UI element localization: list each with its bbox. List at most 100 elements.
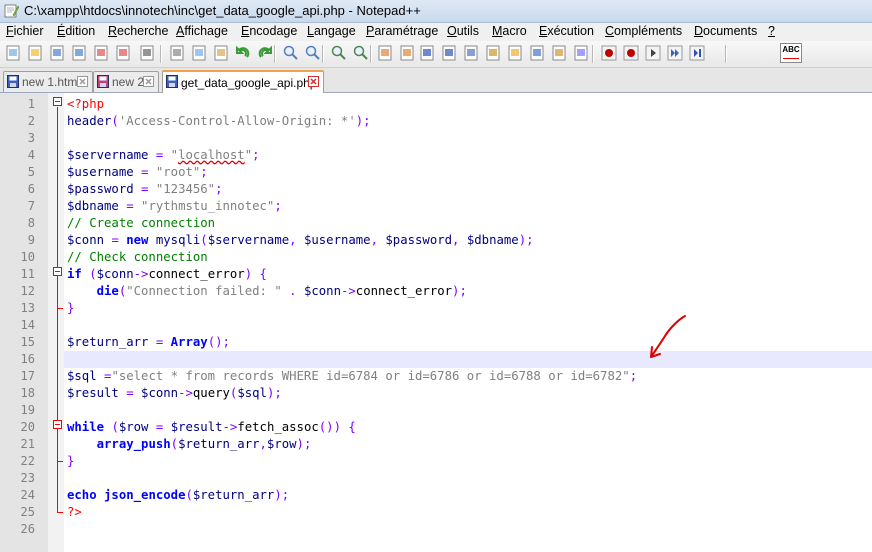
- menu-item-encodage[interactable]: Encodage: [241, 24, 297, 38]
- close-tab-icon[interactable]: [77, 76, 88, 87]
- code-text: $conn = new mysqli($servername, $usernam…: [67, 233, 534, 247]
- menu-item-affichage[interactable]: Affichage: [176, 24, 228, 38]
- line-number: 23: [20, 471, 35, 485]
- code-line[interactable]: 20 while ($row = $result->fetch_assoc()) …: [0, 419, 872, 436]
- line-number: 12: [20, 284, 35, 298]
- line-number: 26: [20, 522, 35, 536]
- close-icon[interactable]: [92, 44, 110, 62]
- stop-record-icon[interactable]: [622, 44, 640, 62]
- fold-toggle-icon[interactable]: [53, 97, 62, 106]
- cut-icon[interactable]: [168, 44, 186, 62]
- doc-map-icon[interactable]: [506, 44, 524, 62]
- tab-new-1-html[interactable]: new 1.html: [3, 71, 93, 92]
- tab-new-2[interactable]: new 2: [93, 71, 159, 92]
- run-macro-multiple-icon[interactable]: [666, 44, 684, 62]
- fold-toggle-icon[interactable]: [53, 267, 62, 276]
- code-line[interactable]: 23: [0, 470, 872, 487]
- code-line[interactable]: 25 ?>: [0, 504, 872, 521]
- undo-icon[interactable]: [234, 44, 252, 62]
- code-line[interactable]: 24 echo json_encode($return_arr);: [0, 487, 872, 504]
- code-line[interactable]: 22}: [0, 453, 872, 470]
- word-wrap-icon[interactable]: [418, 44, 436, 62]
- code-line[interactable]: 2 header('Access-Control-Allow-Origin: *'…: [0, 113, 872, 130]
- code-line[interactable]: 26: [0, 521, 872, 538]
- code-line[interactable]: 10 // Check connection: [0, 249, 872, 266]
- line-number: 11: [20, 267, 35, 281]
- code-line[interactable]: 21 array_push($return_arr,$row);: [0, 436, 872, 453]
- menu-item-macro[interactable]: Macro: [492, 24, 527, 38]
- folder-workspace-icon[interactable]: [550, 44, 568, 62]
- redo-icon[interactable]: [256, 44, 274, 62]
- menu-item-documents[interactable]: Documents: [694, 24, 757, 38]
- line-number: 10: [20, 250, 35, 264]
- function-list-icon[interactable]: [528, 44, 546, 62]
- code-line[interactable]: 19: [0, 402, 872, 419]
- fold-toggle-icon[interactable]: [53, 420, 62, 429]
- line-number: 3: [27, 131, 35, 145]
- spell-check-icon[interactable]: ABC: [780, 43, 802, 63]
- monitoring-icon[interactable]: [572, 44, 590, 62]
- code-line[interactable]: 3: [0, 130, 872, 147]
- indent-guide-icon[interactable]: [462, 44, 480, 62]
- line-number: 9: [27, 233, 35, 247]
- menu-item-paramétrage[interactable]: Paramétrage: [366, 24, 438, 38]
- menu-item-recherche[interactable]: Recherche: [108, 24, 168, 38]
- code-line[interactable]: 11 if ($conn->connect_error) {: [0, 266, 872, 283]
- code-line[interactable]: 17 $sql ="select * from records WHERE id=…: [0, 368, 872, 385]
- menu-item-exécution[interactable]: Exécution: [539, 24, 594, 38]
- menu-item-compléments[interactable]: Compléments: [605, 24, 682, 38]
- tab-bar: new 1.html new 2 get_data_google_api.php: [0, 68, 872, 94]
- sync-horizontal-icon[interactable]: [398, 44, 416, 62]
- show-all-chars-icon[interactable]: [440, 44, 458, 62]
- code-text: header('Access-Control-Allow-Origin: *')…: [67, 114, 371, 128]
- close-tab-icon[interactable]: [308, 76, 319, 87]
- save-icon[interactable]: [48, 44, 66, 62]
- toolbar-separator: [592, 45, 594, 63]
- new-file-icon[interactable]: [4, 44, 22, 62]
- open-file-icon[interactable]: [26, 44, 44, 62]
- code-line[interactable]: 1 <?php: [0, 96, 872, 113]
- line-number: 15: [20, 335, 35, 349]
- save-all-icon[interactable]: [70, 44, 88, 62]
- print-icon[interactable]: [138, 44, 156, 62]
- play-macro-icon[interactable]: [644, 44, 662, 62]
- sync-vertical-icon[interactable]: [376, 44, 394, 62]
- copy-icon[interactable]: [190, 44, 208, 62]
- code-line[interactable]: 18 $result = $conn->query($sql);: [0, 385, 872, 402]
- code-text: $result = $conn->query($sql);: [67, 386, 282, 400]
- code-line[interactable]: 14: [0, 317, 872, 334]
- menu-item-langage[interactable]: Langage: [307, 24, 356, 38]
- toolbar-separator: [274, 45, 276, 63]
- replace-icon[interactable]: [304, 44, 322, 62]
- find-icon[interactable]: [282, 44, 300, 62]
- zoom-out-icon[interactable]: [352, 44, 370, 62]
- menu-item-édition[interactable]: Édition: [57, 24, 95, 38]
- code-line[interactable]: 7 $dbname = "rythmstu_innotec";: [0, 198, 872, 215]
- code-line[interactable]: 6 $password = "123456";: [0, 181, 872, 198]
- save-macro-icon[interactable]: [688, 44, 706, 62]
- paste-icon[interactable]: [212, 44, 230, 62]
- close-all-icon[interactable]: [114, 44, 132, 62]
- tab-get-data-google-api-php[interactable]: get_data_google_api.php: [162, 70, 324, 94]
- code-line[interactable]: 5 $username = "root";: [0, 164, 872, 181]
- code-line[interactable]: 16: [21, 351, 872, 368]
- code-line[interactable]: 9 $conn = new mysqli($servername, $userna…: [0, 232, 872, 249]
- zoom-in-icon[interactable]: [330, 44, 348, 62]
- file-saved-icon: [166, 75, 178, 88]
- code-line[interactable]: 8 // Create connection: [0, 215, 872, 232]
- menu-item-fichier[interactable]: Fichier: [6, 24, 44, 38]
- code-line[interactable]: 12 die("Connection failed: " . $conn->co…: [0, 283, 872, 300]
- user-defined-lang-icon[interactable]: [484, 44, 502, 62]
- line-number: 16: [20, 352, 35, 366]
- record-macro-icon[interactable]: [600, 44, 618, 62]
- code-line[interactable]: 13}: [0, 300, 872, 317]
- close-tab-icon[interactable]: [143, 76, 154, 87]
- menu-item-?[interactable]: ?: [768, 24, 775, 38]
- fold-guide-line: [57, 277, 58, 308]
- line-number: 6: [27, 182, 35, 196]
- code-editor[interactable]: 1 <?php 2 header('Access-Control-Allow-Orig…: [0, 93, 872, 552]
- code-line[interactable]: 4 $servername = "localhost";: [0, 147, 872, 164]
- menu-item-outils[interactable]: Outils: [447, 24, 479, 38]
- line-number: 2: [27, 114, 35, 128]
- code-line[interactable]: 15 $return_arr = Array();: [0, 334, 872, 351]
